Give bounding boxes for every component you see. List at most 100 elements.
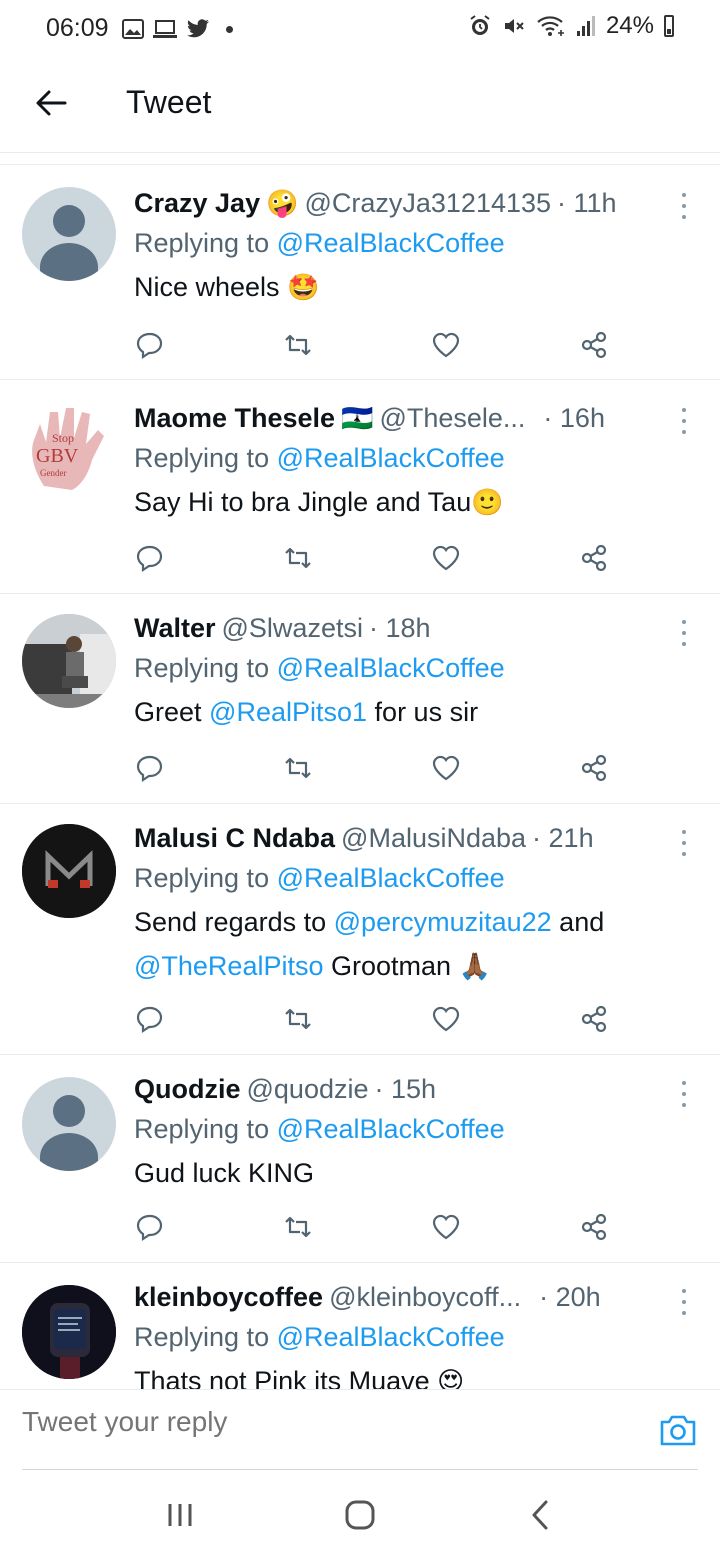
- more-options-button[interactable]: [674, 191, 694, 221]
- replying-prefix: Replying to: [134, 863, 270, 893]
- camera-icon: [660, 1415, 696, 1446]
- tweet-emoji: 🤩: [287, 272, 320, 302]
- replying-to: Replying to @RealBlackCoffee: [134, 646, 698, 690]
- share-button[interactable]: [576, 1209, 612, 1245]
- reply-button[interactable]: [132, 1001, 168, 1037]
- watch-photo: [22, 1285, 116, 1379]
- handle[interactable]: @CrazyJa31214135: [304, 185, 551, 221]
- chevron-left-icon: [532, 1500, 548, 1530]
- retweet-button[interactable]: [280, 1001, 316, 1037]
- more-options-button[interactable]: [674, 1079, 694, 1109]
- retweet-icon: [285, 547, 311, 569]
- replying-to: Replying to @RealBlackCoffee: [134, 1107, 698, 1151]
- tweet-item[interactable]: Malusi C Ndaba @MalusiNdaba · 21h Replyi…: [0, 804, 720, 1055]
- tweet-text: Gud luck KING: [134, 1151, 698, 1195]
- display-name[interactable]: Quodzie: [134, 1071, 241, 1107]
- mention-link[interactable]: @RealBlackCoffee: [277, 863, 505, 893]
- tweet-text: Thats not Pink its Muave 😍: [134, 1359, 698, 1390]
- handle[interactable]: @Thesele...: [379, 400, 525, 436]
- display-name[interactable]: Maome Thesele: [134, 400, 335, 436]
- like-button[interactable]: [428, 750, 464, 786]
- timestamp[interactable]: · 11h: [557, 185, 617, 221]
- avatar-text-gbv: GBV: [36, 445, 79, 467]
- more-options-button[interactable]: [674, 406, 694, 436]
- handle[interactable]: @kleinboycoff...: [329, 1279, 521, 1315]
- timestamp[interactable]: · 16h: [543, 400, 605, 436]
- avatar[interactable]: Stop GBV Gender: [22, 402, 116, 496]
- mention-link[interactable]: @percymuzitau22: [334, 907, 552, 937]
- reply-button[interactable]: [132, 540, 168, 576]
- tweet-item[interactable]: Walter @Slwazetsi · 18h Replying to @Rea…: [0, 594, 720, 804]
- reply-button[interactable]: [132, 750, 168, 786]
- handle[interactable]: @Slwazetsi: [222, 610, 363, 646]
- share-icon: [581, 754, 607, 782]
- notification-dot: [226, 25, 233, 33]
- like-button[interactable]: [428, 1209, 464, 1245]
- retweet-button[interactable]: [280, 327, 316, 363]
- timestamp[interactable]: · 18h: [369, 610, 431, 646]
- avatar[interactable]: [22, 824, 116, 918]
- retweet-button[interactable]: [280, 750, 316, 786]
- mention-link[interactable]: @RealBlackCoffee: [277, 1322, 505, 1352]
- reply-icon: [136, 332, 163, 360]
- tweet-text-part: Grootman: [331, 951, 452, 981]
- system-nav-bar: [0, 1470, 720, 1560]
- mention-link[interactable]: @RealBlackCoffee: [277, 1114, 505, 1144]
- tweet-item[interactable]: Quodzie @quodzie · 15h Replying to @Real…: [0, 1055, 720, 1263]
- avatar[interactable]: [22, 187, 116, 281]
- mention-link[interactable]: @RealPitso1: [209, 697, 367, 727]
- reply-icon: [136, 755, 163, 783]
- more-options-button[interactable]: [674, 1287, 694, 1317]
- system-back-button[interactable]: [510, 1485, 570, 1545]
- handle[interactable]: @MalusiNdaba: [341, 820, 526, 856]
- display-name[interactable]: Crazy Jay: [134, 185, 260, 221]
- display-name[interactable]: kleinboycoffee: [134, 1279, 323, 1315]
- handle[interactable]: @quodzie: [247, 1071, 369, 1107]
- display-name[interactable]: Malusi C Ndaba: [134, 820, 335, 856]
- reply-button[interactable]: [132, 1209, 168, 1245]
- avatar[interactable]: [22, 614, 116, 708]
- mention-link[interactable]: @RealBlackCoffee: [277, 228, 505, 258]
- tweet-item[interactable]: kleinboycoffee @kleinboycoff... · 20h Re…: [0, 1263, 720, 1390]
- tweet-header: Crazy Jay 🤪 @CrazyJa31214135 · 11h: [134, 185, 698, 221]
- avatar[interactable]: [22, 1077, 116, 1171]
- timestamp[interactable]: · 21h: [532, 820, 594, 856]
- like-button[interactable]: [428, 327, 464, 363]
- reply-input[interactable]: [22, 1406, 622, 1438]
- share-button[interactable]: [576, 1001, 612, 1037]
- reply-button[interactable]: [132, 327, 168, 363]
- retweet-button[interactable]: [280, 540, 316, 576]
- reply-icon: [136, 1214, 163, 1242]
- share-button[interactable]: [576, 540, 612, 576]
- tweet-item[interactable]: Stop GBV Gender Maome Thesele 🇱🇸 @Thesel…: [0, 380, 720, 594]
- camera-button[interactable]: [658, 1412, 698, 1452]
- retweet-icon: [285, 757, 311, 779]
- timestamp[interactable]: · 20h: [539, 1279, 601, 1315]
- display-name[interactable]: Walter: [134, 610, 216, 646]
- recent-apps-button[interactable]: [150, 1485, 210, 1545]
- replying-to: Replying to @RealBlackCoffee: [134, 1315, 698, 1359]
- mention-link[interactable]: @RealBlackCoffee: [277, 653, 505, 683]
- share-button[interactable]: [576, 327, 612, 363]
- like-button[interactable]: [428, 1001, 464, 1037]
- mute-icon: [504, 19, 524, 33]
- tweet-body: Malusi C Ndaba @MalusiNdaba · 21h Replyi…: [134, 820, 698, 988]
- home-button[interactable]: [330, 1485, 390, 1545]
- back-button[interactable]: [28, 80, 74, 126]
- avatar[interactable]: [22, 1285, 116, 1379]
- mention-link[interactable]: @TheRealPitso: [134, 951, 324, 981]
- more-options-button[interactable]: [674, 828, 694, 858]
- app-header: Tweet: [0, 60, 720, 153]
- like-button[interactable]: [428, 540, 464, 576]
- tweet-actions: [132, 540, 612, 576]
- tweet-actions: [132, 1209, 612, 1245]
- alarm-icon: [470, 15, 490, 35]
- retweet-button[interactable]: [280, 1209, 316, 1245]
- timestamp[interactable]: · 15h: [375, 1071, 437, 1107]
- tweet-item[interactable]: Crazy Jay 🤪 @CrazyJa31214135 · 11h Reply…: [0, 165, 720, 380]
- share-button[interactable]: [576, 750, 612, 786]
- reply-icon: [136, 1006, 163, 1034]
- mention-link[interactable]: @RealBlackCoffee: [277, 443, 505, 473]
- tweet-text-body: Say Hi to bra Jingle and Tau: [134, 487, 472, 517]
- more-options-button[interactable]: [674, 618, 694, 648]
